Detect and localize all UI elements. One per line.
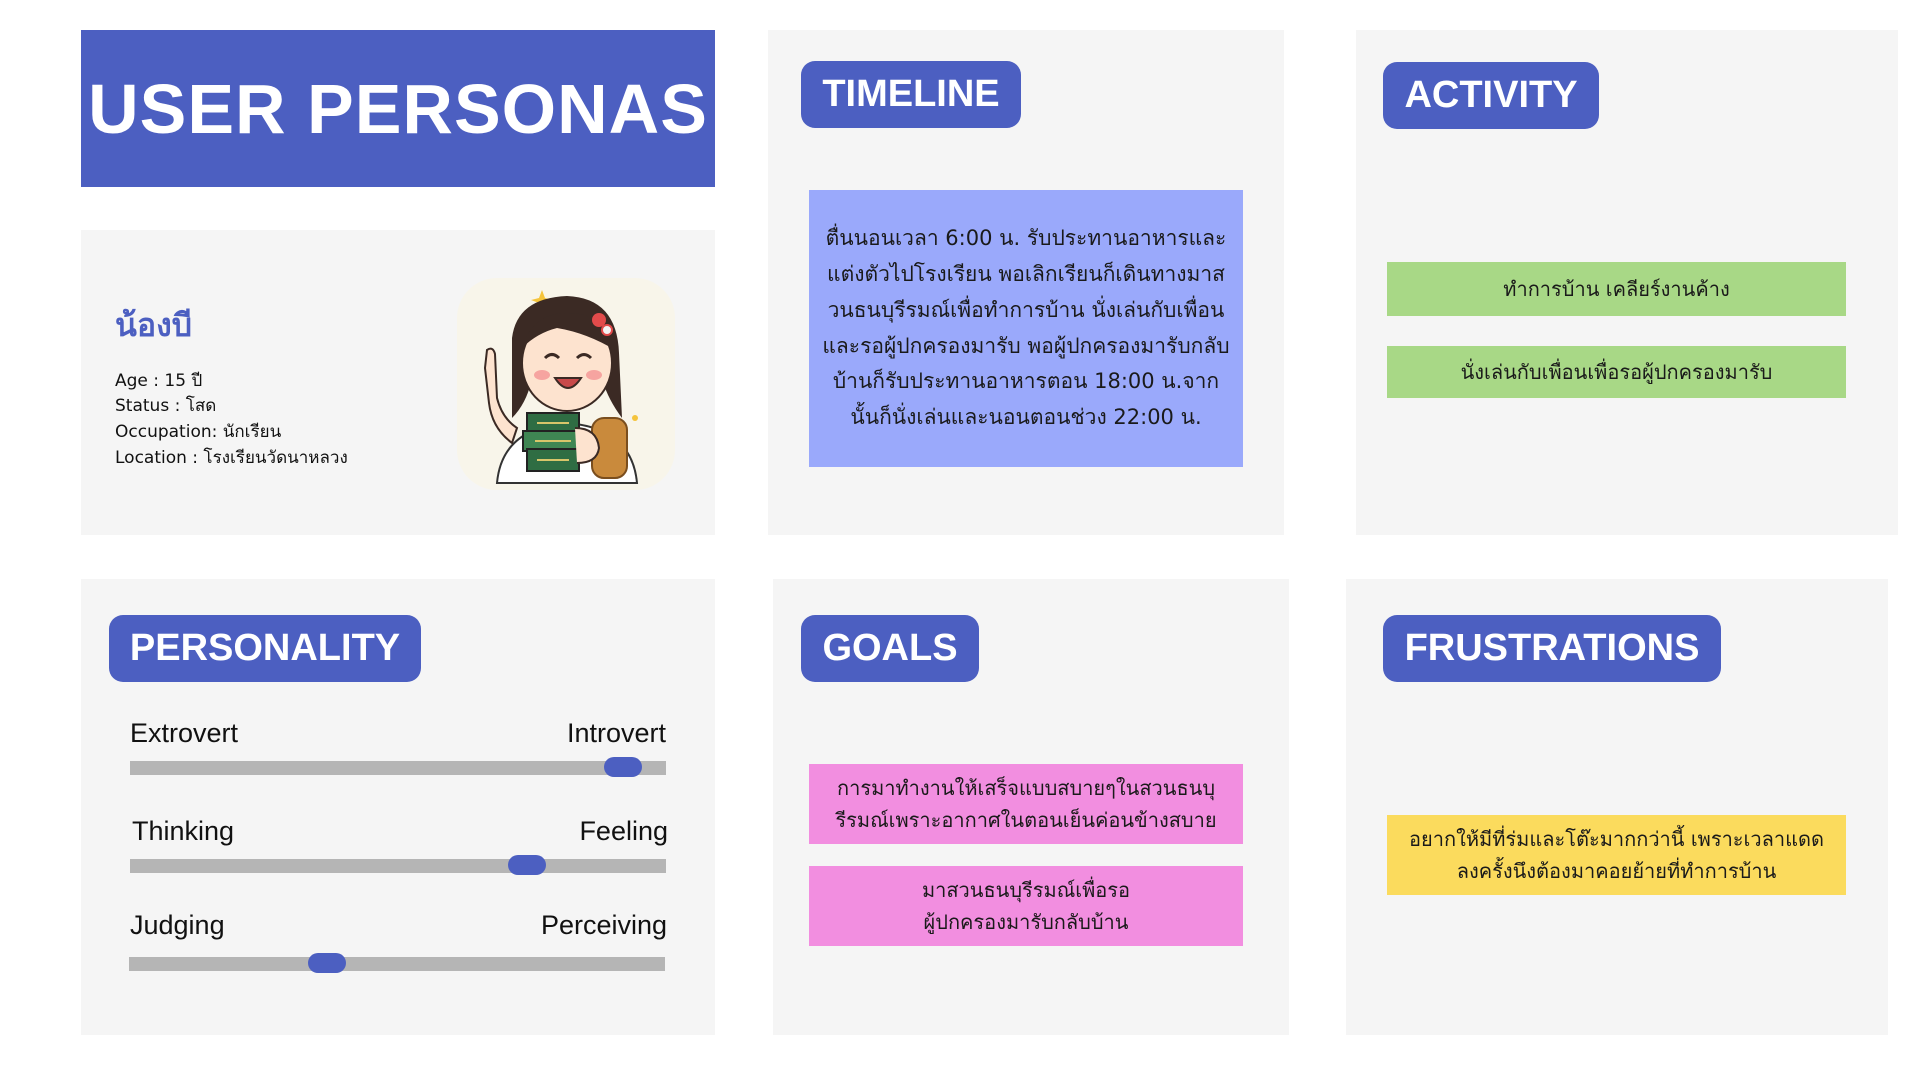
frustrations-label: FRUSTRATIONS (1383, 615, 1721, 682)
extrovert-introvert-slider-handle[interactable] (604, 757, 643, 777)
slider-3-left-label: Judging (130, 910, 225, 940)
persona-name: น้องบี (115, 306, 193, 344)
persona-occupation: Occupation: นักเรียน (115, 422, 282, 442)
timeline-note: ตื่นนอนเวลา 6:00 น. รับประทานอาหารและแต่… (809, 190, 1243, 467)
girl-student-avatar-icon (483, 290, 639, 484)
persona-age: Age : 15 ปี (115, 371, 203, 391)
thinking-feeling-slider-handle[interactable] (507, 855, 546, 875)
page-title: USER PERSONAS (81, 30, 715, 187)
slider-2-right-label: Feeling (579, 816, 668, 846)
judging-perceiving-slider-handle[interactable] (308, 953, 347, 973)
persona-status: Status : โสด (115, 396, 217, 416)
goals-label: GOALS (801, 615, 979, 682)
goal-item-2: มาสวนธนบุรีรมณ์เพื่อรอผู้ปกครองมารับกลับ… (809, 866, 1243, 946)
slider-1-right-label: Introvert (566, 718, 666, 748)
activity-item-2: นั่งเล่นกับเพื่อนเพื่อรอผู้ปกครองมารับ (1387, 346, 1846, 398)
slider-2-left-label: Thinking (132, 816, 235, 846)
personality-label: PERSONALITY (109, 615, 421, 682)
thinking-feeling-slider[interactable] (130, 855, 666, 875)
persona-avatar (457, 278, 675, 490)
frustration-item-1: อยากให้มีที่ร่มและโต๊ะมากกว่านี้ เพราะเว… (1387, 815, 1846, 895)
judging-perceiving-slider[interactable] (129, 953, 665, 973)
persona-location: Location : โรงเรียนวัดนาหลวง (115, 448, 348, 468)
activity-item-1: ทำการบ้าน เคลียร์งานค้าง (1387, 262, 1846, 316)
activity-label: ACTIVITY (1383, 62, 1599, 129)
goal-item-1: การมาทำงานให้เสร็จแบบสบายๆในสวนธนบุรีรมณ… (809, 764, 1243, 844)
timeline-label: TIMELINE (801, 61, 1021, 128)
slider-3-right-label: Perceiving (540, 910, 667, 940)
slider-1-left-label: Extrovert (130, 718, 239, 748)
extrovert-introvert-slider[interactable] (130, 757, 666, 777)
